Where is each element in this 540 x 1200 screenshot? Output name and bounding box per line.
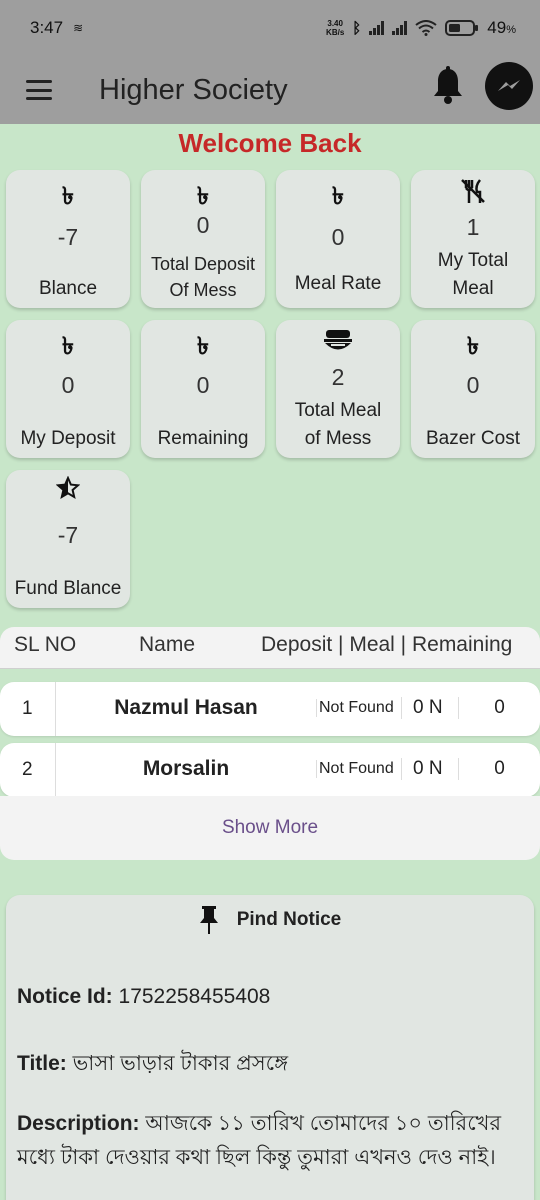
pinned-notice-card[interactable]: Pind Notice Notice Id: 1752258455408 Tit…	[6, 895, 534, 1200]
data-saver-icon: ≋	[73, 21, 84, 35]
signal-icon	[369, 21, 385, 35]
card-label: Total Deposit	[150, 254, 256, 274]
row-remaining: 0	[458, 697, 540, 719]
card-value: 0	[466, 372, 480, 398]
card-label: Fund Blance	[14, 578, 122, 599]
card-my-deposit[interactable]: ৳ 0 My Deposit	[6, 320, 130, 458]
card-value: 1	[466, 214, 480, 240]
bell-icon[interactable]	[430, 66, 466, 106]
pin-icon	[199, 906, 218, 934]
show-more-button[interactable]: Show More	[0, 796, 540, 860]
card-fund-balance[interactable]: -7 Fund Blance	[6, 470, 130, 608]
card-label: Meal Rate	[294, 273, 382, 294]
messenger-icon[interactable]	[485, 62, 533, 110]
taka-icon: ৳	[467, 333, 479, 360]
card-my-total-meal[interactable]: 1 My Total Meal	[411, 170, 535, 308]
no-meal-icon	[461, 179, 485, 203]
net-speed-value: 3.40	[327, 19, 343, 28]
taka-icon: ৳	[197, 333, 209, 360]
card-value: 0	[196, 212, 210, 238]
rice-bowl-icon	[324, 330, 352, 350]
card-bazer-cost[interactable]: ৳ 0 Bazer Cost	[411, 320, 535, 458]
status-time: 3:47	[30, 18, 64, 37]
net-speed: 3.40 KB/s	[326, 19, 344, 37]
card-balance[interactable]: ৳ -7 Blance	[6, 170, 130, 308]
card-label: Remaining	[157, 428, 249, 449]
card-label: Meal	[452, 278, 494, 299]
star-icon	[56, 476, 80, 500]
wifi-icon	[415, 20, 437, 36]
net-speed-unit: KB/s	[326, 28, 345, 37]
table-row[interactable]: 1 Nazmul Hasan Not Found 0 N 0	[0, 682, 540, 736]
members-table-header: SL NO Name Deposit | Meal | Remaining	[0, 627, 540, 669]
table-row[interactable]: 2 Morsalin Not Found 0 N 0	[0, 743, 540, 797]
taka-icon: ৳	[62, 183, 74, 210]
header-sl: SL NO	[14, 633, 77, 656]
card-label: of Mess	[304, 428, 372, 449]
card-label: My Total	[437, 250, 509, 271]
battery-icon	[445, 20, 479, 36]
row-sl: 1	[22, 698, 33, 719]
app-bar: Higher Society	[0, 56, 540, 124]
card-total-meal-of-mess[interactable]: 2 Total Meal of Mess	[276, 320, 400, 458]
row-remaining: 0	[458, 758, 540, 780]
card-value: -7	[57, 224, 79, 250]
header-columns: Deposit | Meal | Remaining	[261, 633, 513, 656]
card-label: Blance	[38, 278, 98, 299]
card-value: 0	[61, 372, 75, 398]
card-label: Bazer Cost	[426, 428, 520, 449]
card-label: Of Mess	[169, 280, 237, 300]
signal-icon-2	[392, 21, 408, 35]
card-label: My Deposit	[20, 428, 116, 449]
header-name: Name	[139, 633, 196, 656]
battery-level: 49%	[487, 18, 516, 37]
card-meal-rate[interactable]: ৳ 0 Meal Rate	[276, 170, 400, 308]
card-label: Total Meal	[294, 400, 382, 421]
row-meal: 0 N	[401, 758, 443, 780]
notice-description: Description: আজকে ১১ তারিখ তোমাদের ১০ তা…	[17, 1112, 502, 1169]
notice-title: Title: ভাসা ভাড়ার টাকার প্রসঙ্গে	[17, 1052, 288, 1075]
row-name: Morsalin	[142, 757, 230, 780]
card-value: -7	[57, 522, 79, 548]
notice-heading: Pind Notice	[6, 905, 534, 935]
card-remaining[interactable]: ৳ 0 Remaining	[141, 320, 265, 458]
status-bar: 3:47 ≋ 3.40 KB/s ᛒ 49%	[0, 0, 540, 56]
row-name: Nazmul Hasan	[114, 696, 258, 719]
notice-heading-text: Pind Notice	[236, 909, 342, 930]
row-sl: 2	[22, 759, 33, 780]
card-value: 0	[331, 224, 345, 250]
page-title: Higher Society	[99, 73, 288, 106]
menu-icon[interactable]	[26, 80, 52, 100]
taka-icon: ৳	[62, 333, 74, 360]
card-total-deposit[interactable]: ৳ 0 Total Deposit Of Mess	[141, 170, 265, 308]
card-value: 2	[331, 364, 345, 390]
bluetooth-icon: ᛒ	[352, 19, 362, 37]
row-deposit: Not Found	[316, 760, 394, 778]
notice-id: Notice Id: 1752258455408	[17, 985, 271, 1008]
welcome-heading: Welcome Back	[178, 128, 362, 158]
row-meal: 0 N	[401, 697, 443, 719]
card-value: 0	[196, 372, 210, 398]
taka-icon: ৳	[332, 183, 344, 210]
row-deposit: Not Found	[316, 699, 394, 717]
